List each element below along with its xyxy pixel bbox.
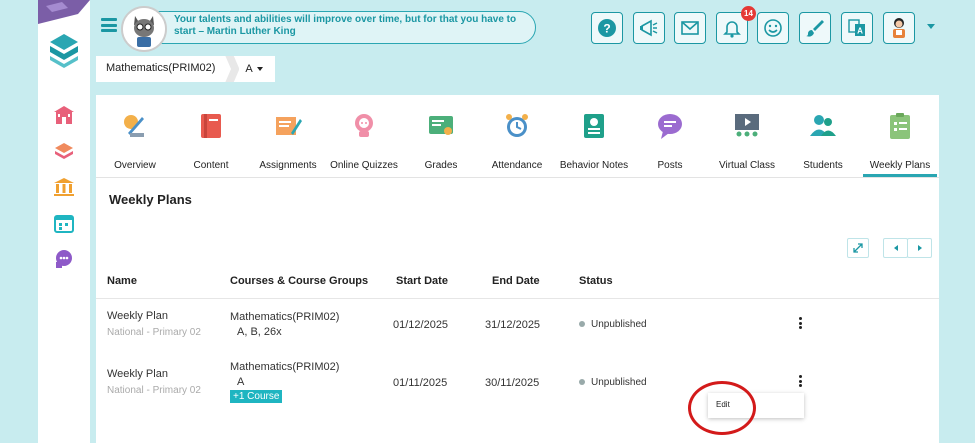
smiley-icon [764, 19, 782, 37]
book-icon [201, 114, 221, 138]
posts-icon [658, 114, 682, 139]
tab-content[interactable]: Content [174, 111, 248, 177]
table-row[interactable]: Weekly Plan National - Primary 02 [107, 310, 201, 338]
tab-virtual-class[interactable]: Virtual Class [710, 111, 784, 177]
plan-start-date: 01/11/2025 [393, 377, 448, 389]
right-edge [966, 0, 975, 443]
corner-flag-icon[interactable] [38, 0, 90, 30]
col-courses: Courses & Course Groups [230, 275, 369, 287]
col-status: Status [579, 275, 613, 287]
chevron-down-icon [256, 67, 263, 71]
virtual-class-icon [735, 114, 759, 137]
feedback-button[interactable] [757, 12, 789, 44]
support-chat-icon[interactable] [52, 247, 76, 271]
quote-avatar [121, 6, 167, 52]
page-title: Weekly Plans [109, 192, 192, 207]
sidebar [38, 0, 90, 443]
quiz-icon [355, 114, 373, 137]
chevron-left-icon [893, 245, 898, 251]
notification-badge: 14 [741, 6, 756, 21]
mail-icon [681, 21, 699, 35]
institution-icon[interactable] [52, 175, 76, 199]
expand-icon [853, 243, 863, 253]
school-icon[interactable] [52, 103, 76, 127]
tab-assignments[interactable]: Assignments [251, 111, 325, 177]
students-icon [810, 115, 836, 136]
paintbrush-icon [806, 20, 824, 37]
plan-courses: Mathematics(PRIM02) A, B, 26x [230, 311, 340, 338]
plan-name: Weekly Plan [107, 368, 168, 380]
profile-dropdown-icon[interactable] [927, 24, 935, 29]
row-actions-icon[interactable] [795, 317, 805, 331]
quote-text: Your talents and abilities will improve … [174, 14, 517, 37]
layers-icon[interactable] [52, 139, 76, 163]
messages-button[interactable] [674, 12, 706, 44]
status-dot-icon [579, 321, 585, 328]
col-start-date: Start Date [396, 275, 448, 287]
status-dot-icon [579, 379, 585, 386]
tab-weekly-plans[interactable]: Weekly Plans [863, 111, 937, 177]
tab-attendance[interactable]: Attendance [480, 111, 554, 177]
tab-behavior-notes[interactable]: Behavior Notes [557, 111, 631, 177]
status-badge: Unpublished [579, 319, 647, 330]
teacher-avatar-icon [893, 18, 905, 38]
section-label: A [245, 63, 253, 75]
plan-start-date: 01/12/2025 [393, 319, 449, 331]
course-nav: Overview Content Assignments Online Quiz… [96, 95, 939, 178]
prev-page-button[interactable] [883, 238, 908, 258]
announcements-button[interactable] [633, 12, 665, 44]
app-logo-icon[interactable] [46, 30, 82, 70]
calendar-icon[interactable] [52, 211, 76, 235]
plan-name: Weekly Plan [107, 310, 168, 322]
alarm-icon [506, 114, 528, 137]
table-row[interactable]: Weekly Plan National - Primary 02 [107, 368, 201, 396]
breadcrumb-separator [225, 56, 240, 82]
plan-end-date: 31/12/2025 [485, 319, 541, 331]
tab-overview[interactable]: Overview [98, 111, 172, 177]
weekly-plans-icon [890, 113, 910, 139]
col-end-date: End Date [492, 275, 540, 287]
svg-text:A: A [857, 27, 863, 36]
bell-icon [723, 21, 741, 38]
language-icon: A [848, 19, 865, 36]
breadcrumb: Mathematics(PRIM02) A [96, 56, 275, 82]
plan-subtitle: National - Primary 02 [107, 385, 201, 396]
tab-online-quizzes[interactable]: Online Quizzes [327, 111, 401, 177]
help-button[interactable]: ? [591, 12, 623, 44]
header-divider [96, 298, 939, 299]
status-badge: Unpublished [579, 377, 647, 388]
grades-icon [429, 116, 453, 135]
col-name: Name [107, 275, 137, 287]
overview-icon [124, 115, 144, 137]
breadcrumb-course[interactable]: Mathematics(PRIM02) [96, 56, 225, 82]
svg-text:?: ? [603, 22, 610, 36]
next-page-button[interactable] [907, 238, 932, 258]
more-courses-tag[interactable]: +1 Course [230, 390, 283, 403]
language-button[interactable]: A [841, 12, 873, 44]
help-icon: ? [598, 19, 616, 37]
behavior-icon [584, 114, 604, 138]
plan-end-date: 30/11/2025 [485, 377, 540, 389]
row-actions-icon[interactable] [795, 375, 805, 389]
tab-students[interactable]: Students [786, 111, 860, 177]
chevron-right-icon [917, 245, 922, 251]
highlight-circle [688, 381, 756, 435]
theme-button[interactable] [799, 12, 831, 44]
tab-grades[interactable]: Grades [404, 111, 478, 177]
main-panel: Overview Content Assignments Online Quiz… [96, 95, 939, 443]
section-selector[interactable]: A [239, 56, 274, 82]
plan-subtitle: National - Primary 02 [107, 327, 201, 338]
plan-courses: Mathematics(PRIM02) A +1 Course [230, 361, 340, 403]
tab-posts[interactable]: Posts [633, 111, 707, 177]
assignment-icon [276, 117, 302, 135]
megaphone-icon [640, 19, 658, 37]
left-background [0, 0, 38, 443]
menu-toggle-icon[interactable] [101, 18, 117, 32]
expand-button[interactable] [847, 238, 869, 258]
profile-button[interactable] [883, 12, 915, 44]
